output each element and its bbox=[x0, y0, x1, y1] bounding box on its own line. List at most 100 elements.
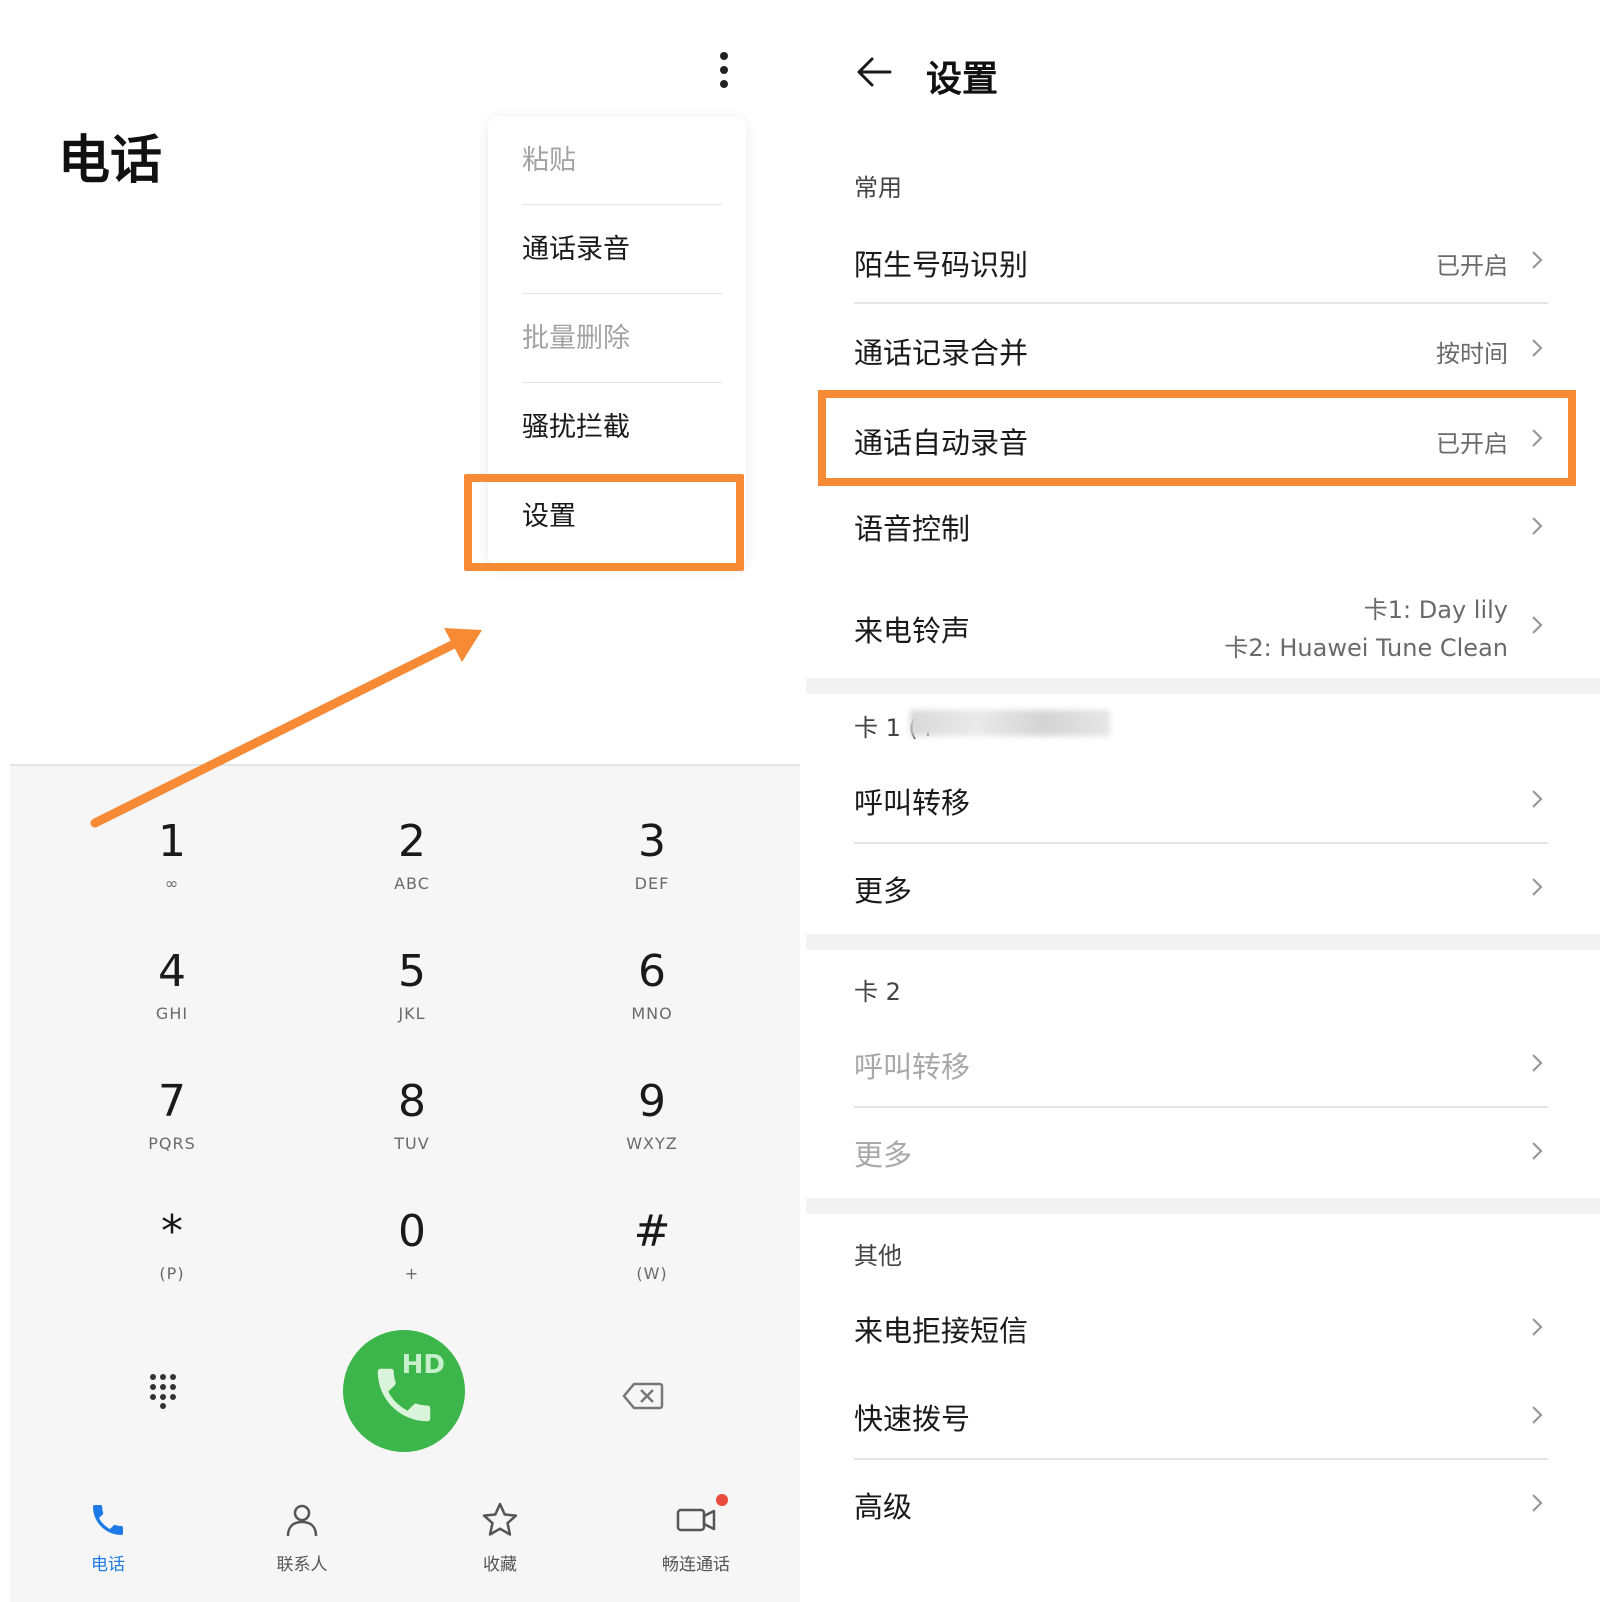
row-auto-record[interactable]: 通话自动录音 已开启 bbox=[806, 392, 1600, 482]
key-letters: WXYZ bbox=[626, 1134, 678, 1153]
chevron-right-icon bbox=[1532, 878, 1543, 896]
menu-item-paste[interactable]: 粘贴 bbox=[488, 116, 746, 205]
menu-item-label: 骚扰拦截 bbox=[522, 412, 630, 443]
row-card2-call-forwarding[interactable]: 呼叫转移 bbox=[806, 1020, 1600, 1108]
tab-label: 电话 bbox=[91, 1555, 125, 1575]
key-letters: GHI bbox=[155, 1004, 189, 1023]
row-call-log-merge[interactable]: 通话记录合并 按时间 bbox=[806, 304, 1600, 392]
row-advanced[interactable]: 高级 bbox=[806, 1460, 1600, 1550]
chevron-right-icon bbox=[1532, 251, 1543, 269]
key-6[interactable]: 6 MNO bbox=[552, 934, 752, 1046]
tab-meetime[interactable]: 畅连通话 bbox=[616, 1494, 776, 1575]
row-title: 呼叫转移 bbox=[854, 1050, 971, 1084]
menu-item-label: 批量删除 bbox=[522, 323, 630, 354]
chevron-right-icon bbox=[1532, 1318, 1543, 1336]
key-8[interactable]: 8 TUV bbox=[312, 1064, 512, 1176]
page-title: 设置 bbox=[926, 59, 999, 100]
key-digit: 5 bbox=[398, 946, 426, 997]
row-title: 更多 bbox=[854, 874, 913, 908]
settings-panel: 设置 常用 陌生号码识别 已开启 通话记录合并 按时间 通话自动录音 已开启 语… bbox=[806, 0, 1600, 1600]
key-4[interactable]: 4 GHI bbox=[72, 934, 272, 1046]
key-letters: (P) bbox=[159, 1264, 185, 1283]
row-title: 陌生号码识别 bbox=[854, 248, 1029, 282]
key-digit: 3 bbox=[638, 816, 666, 867]
chevron-right-icon bbox=[1532, 1494, 1543, 1512]
key-digit: 4 bbox=[158, 946, 186, 997]
section-label-common: 常用 bbox=[854, 174, 902, 202]
star-icon bbox=[482, 1502, 518, 1536]
key-letters: JKL bbox=[398, 1004, 426, 1023]
chevron-right-icon bbox=[1532, 339, 1543, 357]
key-digit: 0 bbox=[398, 1206, 426, 1257]
section-divider bbox=[806, 1198, 1600, 1214]
key-2[interactable]: 2 ABC bbox=[312, 804, 512, 916]
notification-badge bbox=[716, 1494, 728, 1506]
overflow-menu: 粘贴 通话录音 批量删除 骚扰拦截 设置 bbox=[488, 116, 746, 566]
tab-favorites[interactable]: 收藏 bbox=[420, 1500, 580, 1575]
row-card1-call-forwarding[interactable]: 呼叫转移 bbox=[806, 756, 1600, 844]
key-hash[interactable]: # (W) bbox=[552, 1194, 752, 1306]
redacted-number bbox=[910, 710, 1110, 736]
menu-item-label: 通话录音 bbox=[522, 234, 630, 265]
key-9[interactable]: 9 WXYZ bbox=[552, 1064, 752, 1176]
video-call-icon bbox=[676, 1508, 716, 1532]
row-title: 高级 bbox=[854, 1490, 913, 1524]
dialpad: 1 ∞ 2 ABC 3 DEF 4 GHI 5 JKL 6 MNO 7 PQRS 8 TUV 9… bbox=[10, 764, 800, 1602]
more-options-icon[interactable] bbox=[712, 48, 736, 96]
row-title: 呼叫转移 bbox=[854, 786, 971, 820]
menu-item-call-recording[interactable]: 通话录音 bbox=[488, 205, 746, 294]
row-title: 通话记录合并 bbox=[854, 336, 1029, 370]
tab-contacts[interactable]: 联系人 bbox=[222, 1500, 382, 1575]
row-title: 更多 bbox=[854, 1138, 913, 1172]
menu-item-block[interactable]: 骚扰拦截 bbox=[488, 383, 746, 472]
key-letters: TUV bbox=[394, 1134, 430, 1153]
menu-item-label: 粘贴 bbox=[522, 145, 576, 176]
row-voice-control[interactable]: 语音控制 bbox=[806, 482, 1600, 572]
phone-app-panel: 电话 粘贴 通话录音 批量删除 骚扰拦截 设置 1 ∞ 2 ABC 3 DEF 4 GH… bbox=[0, 0, 800, 1602]
row-card2-more[interactable]: 更多 bbox=[806, 1108, 1600, 1198]
phone-icon bbox=[93, 1505, 123, 1535]
row-title: 来电拒接短信 bbox=[854, 1314, 1029, 1348]
dialpad-toggle-icon[interactable] bbox=[148, 1372, 178, 1414]
key-7[interactable]: 7 PQRS bbox=[72, 1064, 272, 1176]
key-letters: PQRS bbox=[148, 1134, 196, 1153]
row-title: 通话自动录音 bbox=[854, 426, 1029, 460]
key-digit: * bbox=[161, 1206, 183, 1257]
key-5[interactable]: 5 JKL bbox=[312, 934, 512, 1046]
key-digit: 9 bbox=[638, 1076, 666, 1127]
tab-label: 畅连通话 bbox=[662, 1555, 730, 1575]
menu-item-label: 设置 bbox=[522, 501, 576, 532]
key-letters: (W) bbox=[636, 1264, 668, 1283]
row-value: 已开启 bbox=[1436, 430, 1508, 458]
tab-phone[interactable]: 电话 bbox=[28, 1500, 188, 1575]
chevron-right-icon bbox=[1532, 1142, 1543, 1160]
key-3[interactable]: 3 DEF bbox=[552, 804, 752, 916]
row-reject-sms[interactable]: 来电拒接短信 bbox=[806, 1284, 1600, 1372]
key-letters: DEF bbox=[634, 874, 670, 893]
row-ringtone[interactable]: 来电铃声 卡1: Day lily 卡2: Huawei Tune Clean bbox=[806, 572, 1600, 678]
menu-item-settings[interactable]: 设置 bbox=[488, 472, 746, 561]
menu-item-batch-delete[interactable]: 批量删除 bbox=[488, 294, 746, 383]
app-title: 电话 bbox=[58, 131, 163, 191]
chevron-right-icon bbox=[1532, 616, 1543, 634]
row-value: 按时间 bbox=[1436, 340, 1508, 368]
key-digit: 7 bbox=[158, 1076, 186, 1127]
section-divider bbox=[806, 934, 1600, 950]
back-arrow-icon[interactable] bbox=[854, 52, 894, 96]
chevron-right-icon bbox=[1532, 1054, 1543, 1072]
row-card1-more[interactable]: 更多 bbox=[806, 844, 1600, 934]
key-letters: ABC bbox=[394, 874, 430, 893]
key-0[interactable]: 0 + bbox=[312, 1194, 512, 1306]
backspace-icon[interactable] bbox=[622, 1382, 664, 1414]
row-title: 来电铃声 bbox=[854, 614, 971, 648]
call-button[interactable]: HD bbox=[343, 1330, 465, 1452]
phone-icon bbox=[377, 1368, 431, 1422]
row-speed-dial[interactable]: 快速拨号 bbox=[806, 1372, 1600, 1460]
key-digit: 8 bbox=[398, 1076, 426, 1127]
row-stranger-id[interactable]: 陌生号码识别 已开启 bbox=[806, 216, 1600, 304]
section-label-other: 其他 bbox=[854, 1242, 902, 1270]
section-divider bbox=[806, 678, 1600, 694]
voicemail-icon: ∞ bbox=[164, 874, 180, 893]
key-1[interactable]: 1 ∞ bbox=[72, 804, 272, 916]
key-star[interactable]: * (P) bbox=[72, 1194, 272, 1306]
